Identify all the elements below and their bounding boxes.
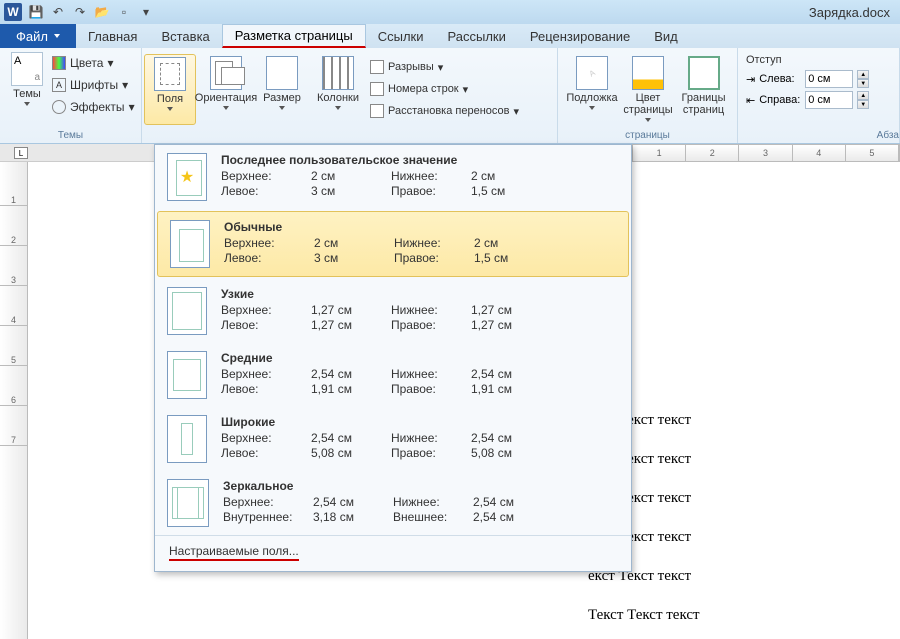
hyphenation-button[interactable]: Расстановка переносов▾ xyxy=(368,100,521,122)
indent-left-label: Слева: xyxy=(759,73,801,85)
body-text[interactable]: екст Текст текст xyxy=(588,490,900,507)
group-themes-label: Темы xyxy=(0,130,141,141)
group-background-label: страницы xyxy=(558,130,737,141)
page-color-button[interactable]: Цвет страницы xyxy=(622,54,674,125)
group-themes: Темы Цвета▾ AШрифты▾ Эффекты▾ Темы xyxy=(0,48,142,143)
colors-button[interactable]: Цвета▾ xyxy=(52,52,135,74)
vertical-ruler[interactable]: 1 2 3 4 5 6 7 xyxy=(0,162,28,639)
indent-left-icon: ⇥ xyxy=(746,73,755,86)
page-borders-icon xyxy=(688,56,720,90)
margins-preview-icon xyxy=(167,479,209,527)
indent-right-up[interactable]: ▲ xyxy=(857,91,869,100)
new-doc-icon[interactable]: ▫ xyxy=(116,4,132,20)
orientation-icon xyxy=(210,56,242,90)
ribbon: Темы Цвета▾ AШрифты▾ Эффекты▾ Темы Поля … xyxy=(0,48,900,144)
titlebar: W 💾 ↶ ↷ 📂 ▫ ▾ Зарядка.docx xyxy=(0,0,900,24)
margins-preview-icon xyxy=(167,287,207,335)
tab-mailings[interactable]: Рассылки xyxy=(436,24,518,48)
ruler-tab-selector[interactable]: L xyxy=(14,147,28,159)
body-text[interactable]: екст Текст текст xyxy=(588,451,900,468)
size-icon xyxy=(266,56,298,90)
undo-icon[interactable]: ↶ xyxy=(50,4,66,20)
body-text[interactable]: екст Текст текст xyxy=(588,568,900,585)
margins-option[interactable]: СредниеВерхнее:2,54 смНижнее:2,54 смЛево… xyxy=(155,343,631,407)
tab-insert[interactable]: Вставка xyxy=(149,24,221,48)
margins-preview-icon xyxy=(167,415,207,463)
custom-margins-link[interactable]: Настраиваемые поля... xyxy=(155,535,631,571)
margins-dropdown-panel: ★Последнее пользовательское значениеВерх… xyxy=(154,144,632,572)
tab-references[interactable]: Ссылки xyxy=(366,24,436,48)
group-indent-label: Абза xyxy=(738,130,899,141)
breaks-button[interactable]: Разрывы▾ xyxy=(368,56,521,78)
margins-button[interactable]: Поля xyxy=(144,54,196,125)
columns-icon xyxy=(322,56,354,90)
tab-home[interactable]: Главная xyxy=(76,24,149,48)
indent-right-down[interactable]: ▼ xyxy=(857,100,869,109)
redo-icon[interactable]: ↷ xyxy=(72,4,88,20)
margins-option-name: Последнее пользовательское значение xyxy=(221,153,619,167)
body-text[interactable]: Текст Текст текст xyxy=(588,607,900,624)
group-page-setup: Поля Ориентация Размер Колонки Разрывы▾ … xyxy=(142,48,558,143)
margins-option-name: Средние xyxy=(221,351,619,365)
save-icon[interactable]: 💾 xyxy=(28,4,44,20)
indent-left-down[interactable]: ▼ xyxy=(857,79,869,88)
margins-preview-icon xyxy=(170,220,210,268)
margins-option[interactable]: УзкиеВерхнее:1,27 смНижнее:1,27 смЛевое:… xyxy=(155,279,631,343)
margins-option-name: Обычные xyxy=(224,220,616,234)
tab-file[interactable]: Файл xyxy=(0,24,76,48)
document-title: Зарядка.docx xyxy=(809,5,890,20)
body-text[interactable]: екст Текст текст xyxy=(588,412,900,429)
colors-icon xyxy=(52,56,66,70)
indent-right-icon: ⇤ xyxy=(746,94,755,107)
watermark-button[interactable]: A Подложка xyxy=(566,54,618,125)
columns-button[interactable]: Колонки xyxy=(312,54,364,125)
margins-option-name: Широкие xyxy=(221,415,619,429)
breaks-icon xyxy=(370,60,384,74)
quick-access-toolbar: 💾 ↶ ↷ 📂 ▫ ▾ xyxy=(28,4,154,20)
line-numbers-button[interactable]: Номера строк▾ xyxy=(368,78,521,100)
indent-left-input[interactable] xyxy=(805,70,853,88)
margins-option[interactable]: ★Последнее пользовательское значениеВерх… xyxy=(155,145,631,209)
open-folder-icon[interactable]: 📂 xyxy=(94,4,110,20)
indent-right-label: Справа: xyxy=(759,94,801,106)
group-indent: Отступ ⇥ Слева: ▲▼ ⇤ Справа: ▲▼ Абза xyxy=(738,48,900,143)
tab-view[interactable]: Вид xyxy=(642,24,690,48)
margins-option[interactable]: ШирокиеВерхнее:2,54 смНижнее:2,54 смЛево… xyxy=(155,407,631,471)
indent-left-up[interactable]: ▲ xyxy=(857,70,869,79)
ribbon-tabs: Файл Главная Вставка Разметка страницы С… xyxy=(0,24,900,48)
margins-icon xyxy=(154,57,186,91)
hyphenation-icon xyxy=(370,104,384,118)
margins-option[interactable]: ОбычныеВерхнее:2 смНижнее:2 смЛевое:3 см… xyxy=(157,211,629,277)
margins-option[interactable]: ЗеркальноеВерхнее:2,54 смНижнее:2,54 смВ… xyxy=(155,471,631,535)
themes-button[interactable]: Темы xyxy=(6,52,48,118)
star-icon: ★ xyxy=(180,167,194,187)
word-app-icon: W xyxy=(4,3,22,21)
line-numbers-icon xyxy=(370,82,384,96)
margins-preview-icon: ★ xyxy=(167,153,207,201)
themes-icon xyxy=(11,52,43,86)
tab-review[interactable]: Рецензирование xyxy=(518,24,642,48)
indent-title: Отступ xyxy=(746,54,891,66)
fonts-icon: A xyxy=(52,78,66,92)
orientation-button[interactable]: Ориентация xyxy=(200,54,252,125)
tab-page-layout[interactable]: Разметка страницы xyxy=(222,24,366,48)
effects-icon xyxy=(52,100,66,114)
margins-option-name: Узкие xyxy=(221,287,619,301)
watermark-icon: A xyxy=(576,56,608,90)
indent-right-input[interactable] xyxy=(805,91,853,109)
effects-button[interactable]: Эффекты▾ xyxy=(52,96,135,118)
fonts-button[interactable]: AШрифты▾ xyxy=(52,74,135,96)
size-button[interactable]: Размер xyxy=(256,54,308,125)
group-page-background: A Подложка Цвет страницы Границы страниц… xyxy=(558,48,738,143)
page-borders-button[interactable]: Границы страниц xyxy=(678,54,729,125)
page-color-icon xyxy=(632,56,664,90)
margins-option-name: Зеркальное xyxy=(223,479,619,493)
body-text[interactable]: екст Текст текст xyxy=(588,529,900,546)
qat-dropdown-icon[interactable]: ▾ xyxy=(138,4,154,20)
margins-preview-icon xyxy=(167,351,207,399)
